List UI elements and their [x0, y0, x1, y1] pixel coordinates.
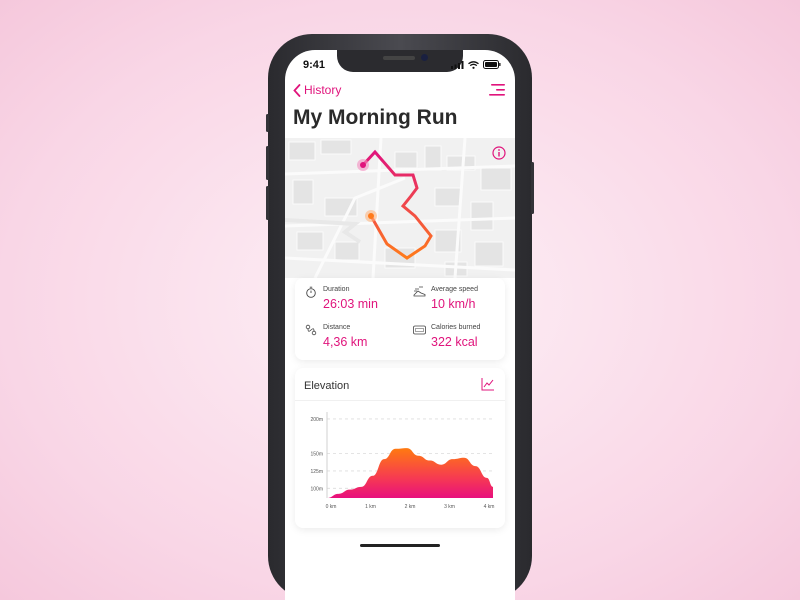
stat-avg-speed-value: 10 km/h — [431, 297, 476, 311]
power-button — [531, 162, 534, 214]
info-icon[interactable] — [492, 146, 506, 160]
elevation-divider — [295, 400, 505, 401]
battery-icon — [483, 60, 501, 69]
elevation-x-tick-label: 2 km — [405, 504, 416, 510]
calories-icon — [413, 325, 426, 335]
back-button[interactable]: History — [293, 83, 341, 97]
home-indicator[interactable] — [360, 544, 440, 547]
elevation-x-tick-label: 1 km — [365, 504, 376, 510]
elevation-y-tick-label: 150m — [310, 452, 323, 458]
map-blocks — [288, 139, 512, 277]
elevation-title: Elevation — [304, 380, 350, 392]
elevation-y-tick-label: 100m — [310, 486, 323, 492]
volume-down-button — [266, 186, 269, 220]
stats-card: Duration 26:03 min Average speed 10 km/h… — [295, 278, 505, 360]
chevron-left-icon — [293, 83, 301, 97]
stat-duration-label: Duration — [323, 286, 350, 293]
route-map[interactable] — [285, 137, 515, 279]
route-distance-icon — [305, 324, 317, 336]
stat-avg-speed-label: Average speed — [431, 286, 478, 293]
route-end-marker — [368, 213, 374, 219]
app-screen: 9:41 History My Morning Run Duration 26:… — [285, 50, 515, 600]
notch — [337, 50, 463, 72]
mute-switch — [266, 114, 269, 132]
volume-up-button — [266, 146, 269, 180]
status-icons — [451, 60, 501, 69]
stopwatch-icon — [306, 286, 316, 298]
stat-calories-value: 322 kcal — [431, 335, 478, 349]
elevation-area — [327, 448, 493, 498]
elevation-x-tick-label: 0 km — [326, 504, 337, 510]
running-shoe-icon — [413, 286, 426, 297]
page-title: My Morning Run — [293, 106, 458, 129]
stat-distance-value: 4,36 km — [323, 335, 368, 349]
elevation-y-tick-label: 200m — [310, 417, 323, 423]
elevation-x-tick-label: 3 km — [444, 504, 455, 510]
stat-calories-label: Calories burned — [431, 324, 481, 331]
elevation-y-tick-label: 125m — [310, 469, 323, 475]
elevation-card: Elevation 100m 125m 150m 200m 0 km 1 km 2 km 3… — [295, 368, 505, 528]
line-chart-icon[interactable] — [481, 377, 495, 391]
signal-icon — [451, 61, 464, 69]
map-canvas — [285, 137, 515, 279]
stat-duration-value: 26:03 min — [323, 297, 378, 311]
stat-distance-label: Distance — [323, 324, 351, 331]
elevation-chart: 100m 125m 150m 200m 0 km 1 km 2 km 3 km 4 km — [310, 412, 495, 510]
back-button-label: History — [304, 83, 342, 97]
status-time: 9:41 — [303, 59, 326, 71]
wifi-icon — [468, 61, 479, 69]
speaker-grille — [383, 56, 415, 60]
route-start-marker — [360, 162, 366, 168]
menu-icon[interactable] — [489, 84, 505, 96]
elevation-x-tick-label: 4 km — [484, 504, 495, 510]
front-camera — [421, 54, 428, 61]
